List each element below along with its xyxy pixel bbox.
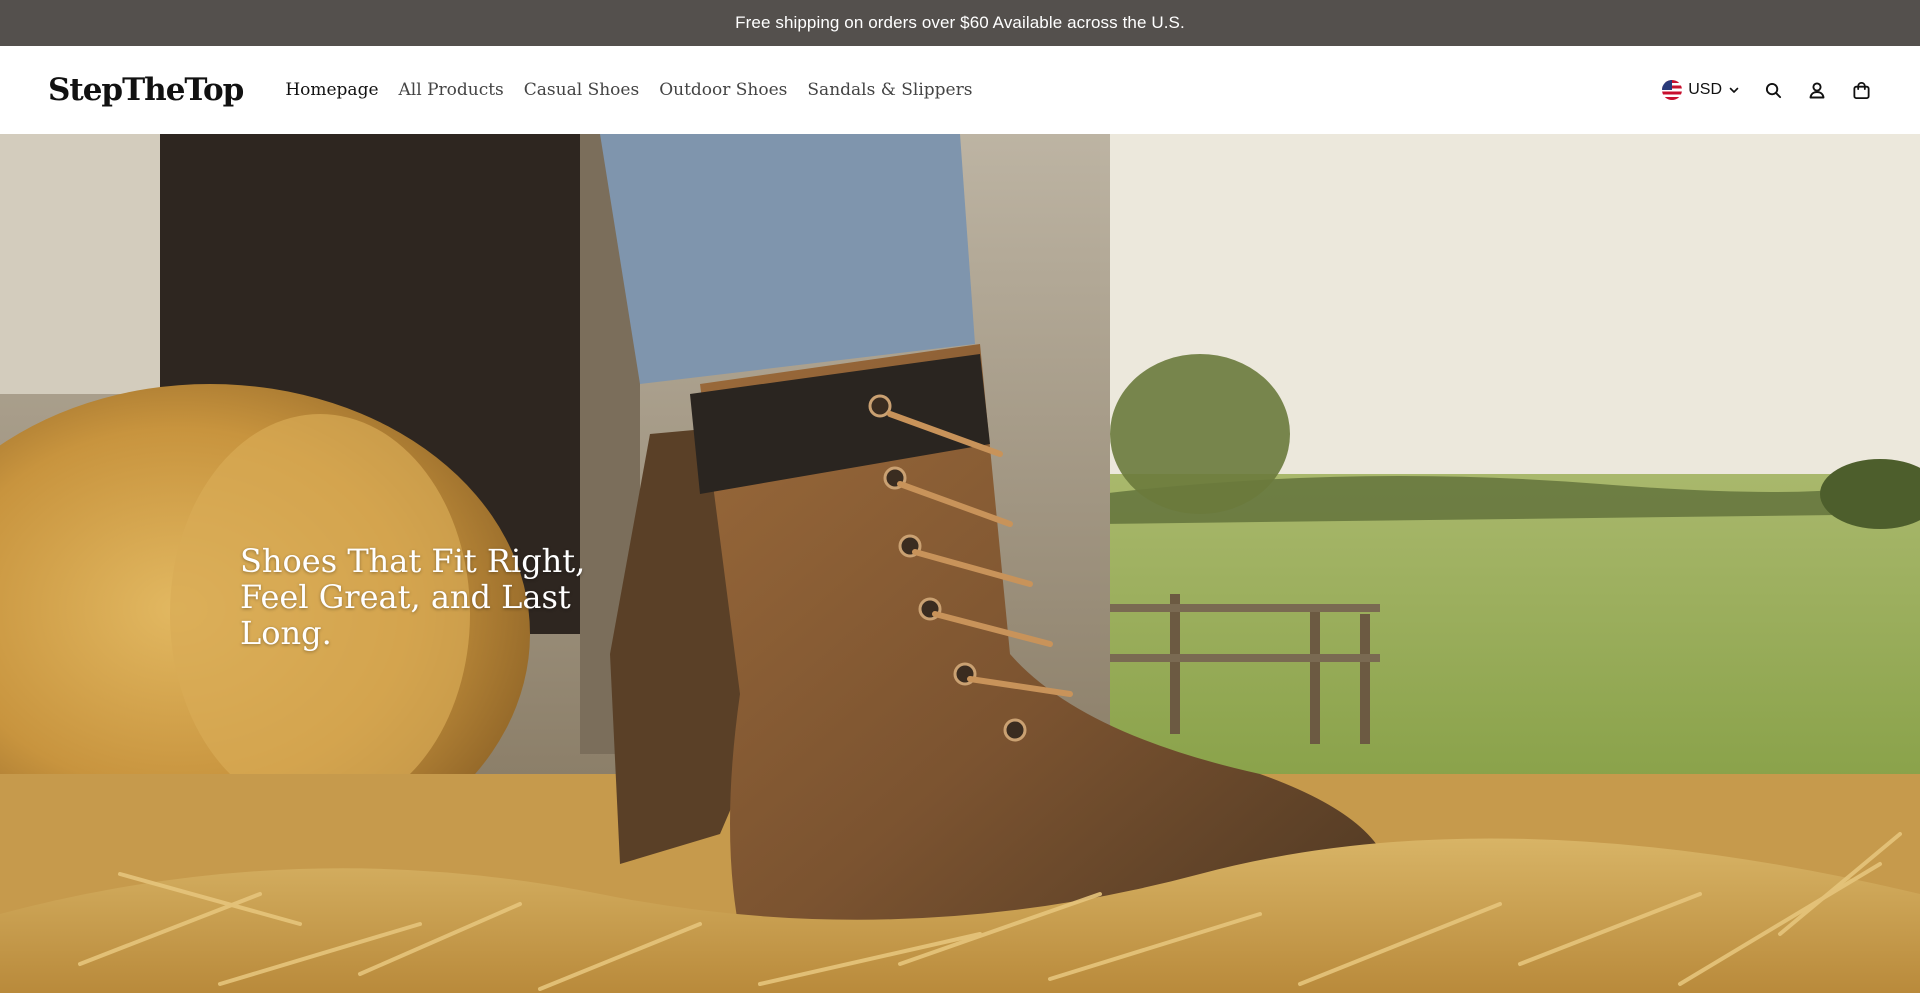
- announcement-text: Free shipping on orders over $60 Availab…: [735, 13, 1185, 32]
- us-flag-icon: [1662, 80, 1683, 100]
- hero-headline: Shoes That Fit Right, Feel Great, and La…: [240, 542, 586, 652]
- site-logo[interactable]: StepTheTop: [48, 72, 244, 108]
- announcement-bar: Free shipping on orders over $60 Availab…: [0, 0, 1920, 46]
- cart-button[interactable]: [1850, 79, 1872, 101]
- account-icon: [1809, 82, 1825, 99]
- nav-item-homepage[interactable]: Homepage: [285, 80, 378, 100]
- nav-item-casual-shoes[interactable]: Casual Shoes: [524, 80, 639, 100]
- search-button[interactable]: [1762, 79, 1784, 101]
- main-nav: Homepage All Products Casual Shoes Outdo…: [285, 80, 972, 100]
- cart-bag-icon: [1852, 81, 1870, 99]
- hero-banner: Shoes That Fit Right, Feel Great, and La…: [0, 134, 1920, 993]
- nav-item-sandals-slippers[interactable]: Sandals & Slippers: [807, 80, 972, 100]
- site-header: StepTheTop Homepage All Products Casual …: [0, 46, 1920, 134]
- nav-item-all-products[interactable]: All Products: [399, 80, 504, 100]
- nav-item-outdoor-shoes[interactable]: Outdoor Shoes: [659, 80, 787, 100]
- header-actions: USD: [1662, 79, 1872, 101]
- currency-selector[interactable]: USD: [1662, 80, 1740, 100]
- currency-code: USD: [1688, 81, 1722, 98]
- account-button[interactable]: [1806, 79, 1828, 101]
- search-icon: [1765, 82, 1781, 98]
- chevron-down-icon: [1729, 87, 1739, 93]
